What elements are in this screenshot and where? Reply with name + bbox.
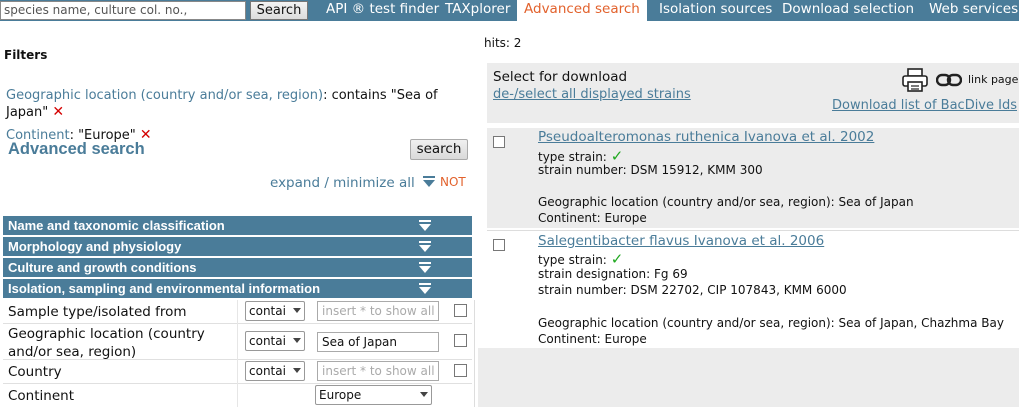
chevron-down-icon (293, 338, 301, 343)
expand-section-icon (419, 262, 431, 273)
result-checkbox[interactable] (493, 239, 505, 251)
section-label: Isolation, sampling and environmental in… (8, 281, 321, 296)
hits-count: hits: 2 (484, 36, 522, 50)
filter-geographic-location: Geographic location (country and/or sea,… (6, 87, 460, 121)
strain-designation: strain designation: Fg 69 (538, 267, 688, 281)
operator-value: contai (249, 334, 286, 348)
result-title-link[interactable]: Pseudoalteromonas ruthenica Ivanova et a… (538, 129, 874, 145)
continent-value: Europe (319, 388, 362, 402)
download-list-link[interactable]: Download list of BacDive Ids (832, 98, 1017, 113)
section-label: Morphology and physiology (8, 239, 182, 254)
section-name-taxonomy[interactable]: Name and taxonomic classification (3, 216, 472, 235)
panel-divider (474, 300, 475, 407)
link-page-label[interactable]: link page (968, 73, 1018, 86)
remove-filter-icon[interactable]: ✕ (52, 104, 64, 120)
geo-location: Geographic location (country and/or sea,… (538, 195, 914, 209)
expand-label: expand / minimize all (270, 175, 415, 191)
operator-select[interactable]: contai (245, 301, 305, 321)
geo-location: Geographic location (country and/or sea,… (538, 316, 1004, 330)
nav-web-services[interactable]: Web services (929, 0, 1018, 21)
strain-number: strain number: DSM 15912, KMM 300 (538, 163, 763, 177)
result-checkbox[interactable] (493, 136, 505, 148)
type-strain-label: type strain: (538, 253, 607, 267)
download-panel: Select for download de-/select all displ… (487, 63, 1019, 123)
not-checkbox[interactable] (454, 304, 467, 317)
result-title-link[interactable]: Salegentibacter flavus Ivanova et al. 20… (538, 233, 824, 249)
nav-api-test-finder[interactable]: API ® test finder (326, 0, 439, 21)
column-divider (237, 300, 238, 407)
section-label: Name and taxonomic classification (8, 218, 225, 233)
operator-select[interactable]: contai (245, 331, 305, 351)
result-item: Pseudoalteromonas ruthenica Ivanova et a… (487, 128, 1019, 228)
filter-field-link[interactable]: Geographic location (country and/or sea,… (6, 88, 323, 103)
collapse-section-icon (419, 283, 431, 294)
nav-isolation-sources[interactable]: Isolation sources (659, 0, 772, 21)
field-label: Continent (8, 388, 74, 404)
results-footer-area (478, 348, 1019, 407)
not-toggle[interactable]: NOT (440, 175, 466, 189)
strain-number: strain number: DSM 22702, CIP 107843, KM… (538, 283, 847, 297)
link-icon[interactable] (936, 73, 962, 87)
expand-section-icon (419, 220, 431, 231)
continent: Continent: Europe (538, 211, 647, 225)
nav-advanced-search[interactable]: Advanced search (517, 0, 647, 21)
section-isolation-sampling[interactable]: Isolation, sampling and environmental in… (3, 279, 472, 298)
search-button[interactable]: Search (250, 1, 308, 20)
result-item: Salegentibacter flavus Ivanova et al. 20… (487, 230, 1019, 346)
not-checkbox[interactable] (454, 334, 467, 347)
sample-type-input[interactable]: insert * to show all (317, 301, 439, 321)
section-morphology[interactable]: Morphology and physiology (3, 237, 472, 256)
expand-section-icon (419, 241, 431, 252)
field-label: Sample type/isolated from (8, 304, 187, 320)
not-checkbox[interactable] (454, 364, 467, 377)
select-for-download-label: Select for download (493, 69, 628, 85)
type-strain-label: type strain: (538, 150, 607, 164)
deselect-all-link[interactable]: de-/select all displayed strains (493, 87, 691, 102)
section-label: Culture and growth conditions (8, 260, 197, 275)
checkmark-icon: ✓ (610, 250, 624, 268)
filters-heading: Filters (4, 48, 48, 62)
nav-taxplorer[interactable]: TAXplorer (445, 0, 510, 21)
advanced-search-title: Advanced search (8, 140, 145, 158)
chevron-down-icon (293, 308, 301, 313)
field-label: Geographic location (country and/or sea,… (8, 326, 205, 360)
chevron-down-icon (420, 392, 428, 397)
country-input[interactable]: insert * to show all (317, 361, 439, 381)
geographic-location-input[interactable]: Sea of Japan (317, 332, 439, 352)
continent: Continent: Europe (538, 332, 647, 346)
operator-value: contai (249, 364, 286, 378)
operator-select[interactable]: contai (245, 361, 305, 381)
continent-select[interactable]: Europe (315, 385, 432, 405)
advanced-search-button[interactable]: search (410, 139, 468, 160)
operator-value: contai (249, 304, 286, 318)
section-culture-growth[interactable]: Culture and growth conditions (3, 258, 472, 277)
chevron-down-icon (293, 368, 301, 373)
field-label: Country (8, 364, 62, 380)
search-input[interactable]: species name, culture col. no., sequence… (0, 1, 246, 20)
type-strain-line: type strain: ✓ (538, 250, 623, 268)
top-navigation-bar: species name, culture col. no., sequence… (0, 0, 1019, 21)
printer-icon[interactable] (902, 68, 928, 92)
expand-icon (423, 176, 436, 187)
expand-minimize-all[interactable]: expand / minimize all (270, 175, 436, 191)
nav-download-selection[interactable]: Download selection (782, 0, 914, 21)
